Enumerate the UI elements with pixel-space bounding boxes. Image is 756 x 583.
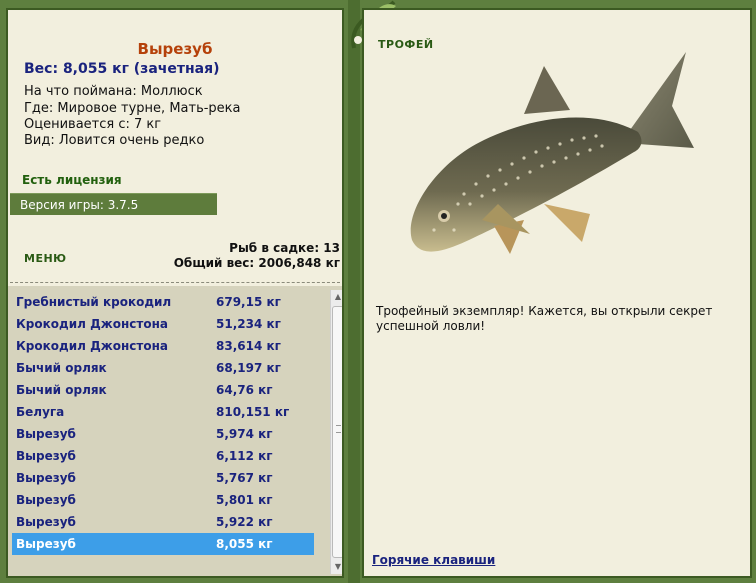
list-item-weight: 5,922 кг — [216, 515, 273, 529]
fish-location: Где: Мировое турне, Мать-река — [24, 101, 241, 116]
version-bar: Версия игры: 3.7.5 — [10, 193, 217, 215]
list-item-name: Бычий орляк — [16, 361, 107, 375]
scroll-up-icon[interactable]: ▲ — [331, 290, 342, 304]
fish-image — [410, 52, 694, 254]
dashed-divider — [10, 282, 340, 283]
keepnet-stats: Рыб в садке: 13 Общий вес: 2006,848 кг — [174, 241, 340, 271]
list-item-name: Крокодил Джонстона — [16, 339, 168, 353]
list-item-weight: 679,15 кг — [216, 295, 281, 309]
version-text: Версия игры: 3.7.5 — [20, 198, 139, 212]
list-item-weight: 5,767 кг — [216, 471, 273, 485]
list-item[interactable]: Вырезуб 6,112 кг — [12, 445, 314, 467]
list-item-name: Гребнистый крокодил — [16, 295, 172, 309]
list-item-name: Вырезуб — [16, 449, 76, 463]
catch-list-area: Гребнистый крокодил 679,15 кг Крокодил Джо… — [8, 286, 342, 576]
fish-weight: Вес: 8,055 кг (зачетная) — [24, 61, 220, 77]
list-item[interactable]: Бычий орляк 68,197 кг — [12, 357, 314, 379]
list-item-weight: 51,234 кг — [216, 317, 281, 331]
fish-count: Рыб в садке: 13 — [229, 241, 340, 255]
list-item[interactable]: Вырезуб 5,767 кг — [12, 467, 314, 489]
list-item-weight: 5,801 кг — [216, 493, 273, 507]
fish-name: Вырезуб — [137, 40, 213, 58]
panel-divider — [348, 0, 360, 583]
list-item[interactable]: Вырезуб 5,801 кг — [12, 489, 314, 511]
trophy-panel: ТРОФЕЙ Трофейный экземпляр! Кажется, вы … — [362, 8, 752, 578]
hotkeys-link[interactable]: Горячие клавиши — [372, 553, 495, 567]
fish-rarity: Вид: Ловится очень редко — [24, 133, 205, 148]
scroll-down-icon[interactable]: ▼ — [331, 560, 342, 574]
list-item-weight: 68,197 кг — [216, 361, 281, 375]
list-item[interactable]: Вырезуб 5,974 кг — [12, 423, 314, 445]
fish-bait: На что поймана: Моллюск — [24, 84, 203, 99]
list-item[interactable]: Белуга 810,151 кг — [12, 401, 314, 423]
fish-price-threshold: Оценивается с: 7 кг — [24, 117, 162, 132]
list-item[interactable]: Крокодил Джонстона 51,234 кг — [12, 313, 314, 335]
scrollbar[interactable]: ▲ ▼ — [330, 290, 342, 574]
list-item-weight: 83,614 кг — [216, 339, 281, 353]
list-item-name: Вырезуб — [16, 493, 76, 507]
list-item-name: Белуга — [16, 405, 65, 419]
list-item-weight: 8,055 кг — [216, 537, 273, 551]
scroll-thumb[interactable] — [332, 306, 342, 558]
list-item-weight: 5,974 кг — [216, 427, 273, 441]
list-item[interactable]: Крокодил Джонстона 83,614 кг — [12, 335, 314, 357]
list-item-weight: 810,151 кг — [216, 405, 290, 419]
list-item-weight: 6,112 кг — [216, 449, 273, 463]
license-status: Есть лицензия — [22, 173, 122, 187]
fish-info-panel: Вырезуб Вес: 8,055 кг (зачетная) На что … — [6, 8, 344, 578]
list-item[interactable]: Гребнистый крокодил 679,15 кг — [12, 291, 314, 313]
list-item-name: Вырезуб — [16, 471, 76, 485]
list-item[interactable]: Вырезуб 8,055 кг — [12, 533, 314, 555]
list-item-name: Вырезуб — [16, 537, 76, 551]
list-item-name: Вырезуб — [16, 427, 76, 441]
menu-button[interactable]: МЕНЮ — [24, 252, 67, 265]
scroll-grip-icon — [336, 425, 341, 433]
trophy-message: Трофейный экземпляр! Кажется, вы открыли… — [376, 304, 713, 333]
list-item[interactable]: Бычий орляк 64,76 кг — [12, 379, 314, 401]
list-item-name: Бычий орляк — [16, 383, 107, 397]
list-item[interactable]: Вырезуб 5,922 кг — [12, 511, 314, 533]
total-weight: Общий вес: 2006,848 кг — [173, 256, 340, 270]
list-item-name: Крокодил Джонстона — [16, 317, 168, 331]
list-item-name: Вырезуб — [16, 515, 76, 529]
list-item-weight: 64,76 кг — [216, 383, 273, 397]
